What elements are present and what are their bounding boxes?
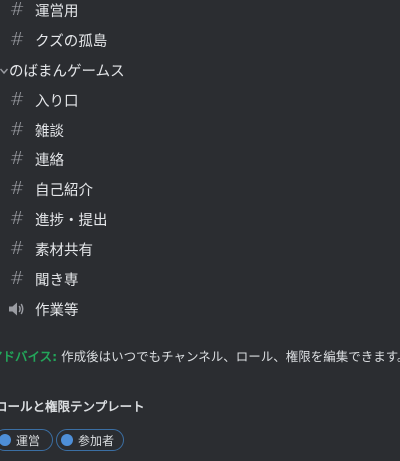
role-chip-label: 参加者 (78, 433, 115, 448)
template-section-title: ロールと権限テンプレート (0, 396, 145, 415)
hash-icon: # (9, 238, 25, 259)
channel-row-kikisen[interactable]: # 聞き専 (0, 264, 400, 294)
hash-icon: # (9, 89, 25, 110)
advice-body: 作成後はいつでもチャンネル、ロール、権限を編集できます。 (61, 349, 400, 364)
advice-tag: アドバイス: (0, 349, 58, 364)
channel-label: 入り口 (35, 93, 79, 110)
channel-label: 素材共有 (35, 242, 93, 259)
hash-icon: # (9, 0, 25, 20)
channel-label: 進捗・提出 (35, 212, 108, 229)
channel-row-jiko-shoukai[interactable]: # 自己紹介 (0, 174, 400, 204)
role-chip-sankasha[interactable]: 参加者 (56, 429, 124, 451)
channel-row-unei[interactable]: # 運営用 (0, 0, 400, 25)
role-chip-label: 運営 (16, 433, 41, 448)
channel-row-iriguchi[interactable]: # 入り口 (0, 85, 400, 115)
hash-icon: # (9, 29, 25, 50)
category-label: のばまんゲームス (9, 63, 125, 80)
chevron-down-icon (0, 67, 9, 78)
channel-row-zatsudan[interactable]: # 雑談 (0, 115, 400, 145)
role-chip-unei[interactable]: 運営 (0, 429, 53, 451)
channel-label: 運営用 (35, 3, 79, 20)
hash-icon: # (9, 178, 25, 199)
role-chip-row: 運営 参加者 (0, 429, 400, 451)
hash-icon: # (9, 148, 25, 169)
channel-label: クズの孤島 (35, 33, 108, 50)
hash-icon: # (9, 268, 25, 289)
category-row-nobaman-games[interactable]: のばまんゲームス (0, 55, 400, 85)
hash-icon: # (9, 119, 25, 140)
channel-label: 自己紹介 (35, 182, 93, 199)
hash-icon: # (9, 208, 25, 229)
channel-label: 作業等 (35, 302, 79, 319)
channel-row-kuzu-no-kotou[interactable]: # クズの孤島 (0, 25, 400, 55)
role-color-dot (0, 434, 11, 446)
channel-label: 聞き専 (35, 272, 79, 289)
channel-row-shinchoku-teishutsu[interactable]: # 進捗・提出 (0, 204, 400, 234)
channel-row-sozai-kyouyuu[interactable]: # 素材共有 (0, 234, 400, 264)
channel-label: 雑談 (35, 123, 64, 140)
channel-row-renraku[interactable]: # 連絡 (0, 144, 400, 174)
channel-label: 連絡 (35, 152, 64, 169)
template-title-label: ロールと権限テンプレート (0, 399, 145, 414)
channel-row-sagyou[interactable]: 作業等 (0, 294, 400, 324)
speaker-icon (8, 299, 26, 319)
role-color-dot (61, 434, 73, 446)
advice-text: アドバイス: 作成後はいつでもチャンネル、ロール、権限を編集できます。 (0, 346, 400, 365)
